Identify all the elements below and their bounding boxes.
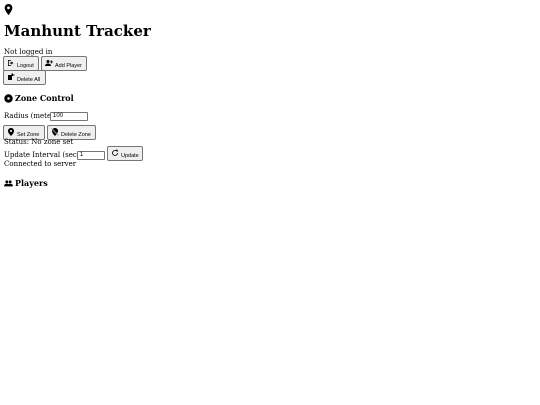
zone-control-heading: Zone Control [4,93,74,103]
update-label: Update [121,152,139,159]
zone-status: Status: No zone set [4,138,74,146]
location-pin-icon [8,128,14,136]
add-player-button[interactable]: Add Player [41,56,87,71]
add-player-label: Add Player [55,62,82,69]
logout-icon [8,60,14,66]
zone-target-icon [4,93,13,103]
add-user-icon [45,60,53,66]
delete-all-label: Delete All [17,76,41,83]
logout-label: Logout [17,62,34,69]
interval-input[interactable]: 1 [77,151,105,160]
location-pin-icon [4,4,13,15]
delete-zone-label: Delete Zone [61,131,91,138]
players-icon [4,179,13,186]
connection-status: Connected to server [4,160,77,168]
logout-button[interactable]: Logout [3,56,39,71]
refresh-icon [112,149,118,156]
set-zone-label: Set Zone [17,131,40,138]
page-title: Manhunt Tracker [4,22,151,40]
location-off-icon [51,128,59,136]
radius-input[interactable]: 100 [50,112,88,121]
zone-control-title: Zone Control [15,93,74,103]
delete-all-icon [8,73,15,80]
update-button[interactable]: Update [107,146,143,161]
players-title: Players [15,178,48,188]
players-heading: Players [4,178,48,188]
delete-all-button[interactable]: Delete All [3,70,46,85]
